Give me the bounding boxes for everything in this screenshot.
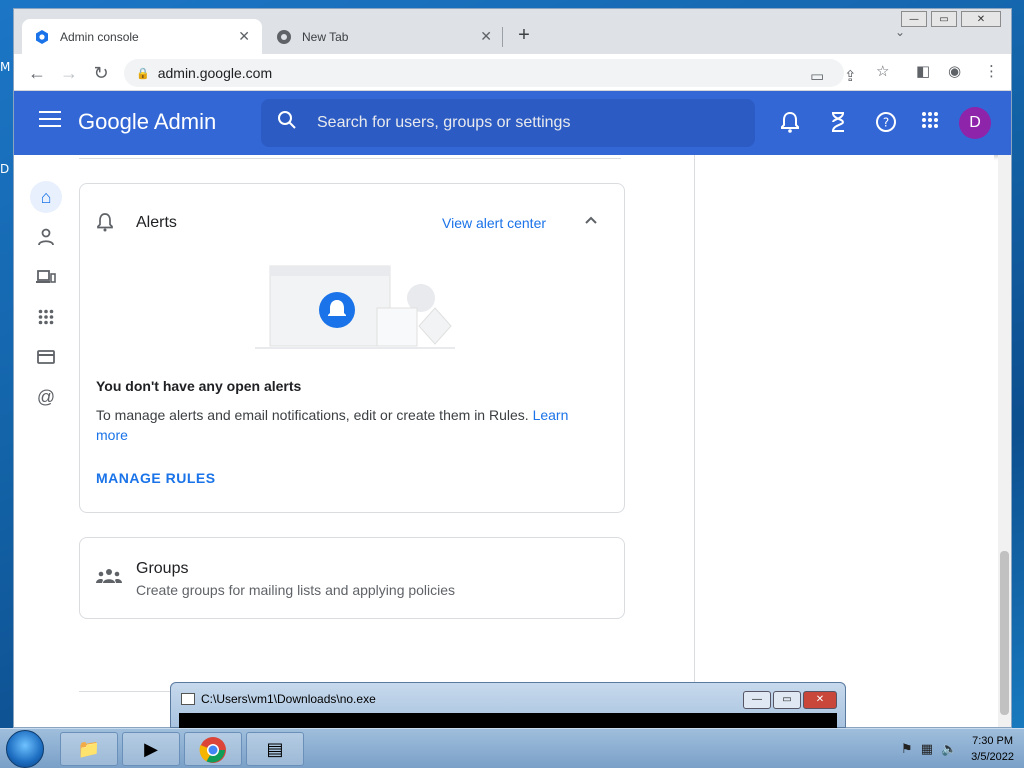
window-controls: — ▭ ✕ [901, 11, 1001, 27]
avatar[interactable]: D [959, 107, 991, 139]
console-output [179, 713, 837, 729]
scrollbar-thumb[interactable] [1000, 551, 1009, 715]
rail-users-icon[interactable] [30, 221, 62, 253]
browser-toolbar: ← → ↻ 🔒 admin.google.com ▭ ⇪ ☆ ◧ ◉ ⋮ [14, 54, 1011, 91]
page-scrollbar[interactable] [998, 155, 1011, 727]
no-alerts-illustration [255, 265, 455, 349]
tab-title: Admin console [60, 29, 139, 44]
close-tab-icon[interactable]: ✕ [238, 28, 250, 45]
tab-separator [502, 27, 503, 47]
volume-icon[interactable]: 🔈 [941, 741, 957, 757]
console-minimize-button[interactable]: — [743, 691, 771, 709]
empty-state-description: To manage alerts and email notifications… [96, 405, 596, 445]
admin-logo[interactable]: Google Admin [78, 109, 216, 135]
groups-description: Create groups for mailing lists and appl… [136, 582, 456, 598]
rail-devices-icon[interactable] [30, 261, 62, 293]
groups-card[interactable]: Groups Create groups for mailing lists a… [79, 537, 625, 619]
tab-strip: Admin console ✕ New Tab ✕ + ⌄ — ▭ ✕ [14, 9, 1011, 54]
media-player-taskbar-icon[interactable]: ▶ [122, 732, 180, 766]
search-icon [277, 110, 301, 136]
site-info-icon[interactable]: ▭ [810, 67, 824, 85]
alerts-card: Alerts View alert center You don't have … [79, 183, 625, 513]
profile-icon[interactable]: ◉ [948, 62, 961, 80]
console-close-button[interactable]: ✕ [803, 691, 837, 709]
new-tab-button[interactable]: + [512, 23, 536, 47]
notifications-bell-icon[interactable] [778, 111, 802, 139]
system-tray: ⚑ ▦ 🔈 7:30 PM 3/5/2022 [901, 733, 1014, 765]
clock-date: 3/5/2022 [971, 751, 1014, 763]
chrome-favicon-icon [277, 29, 291, 44]
console-title: C:\Users\vm1\Downloads\no.exe [201, 692, 376, 706]
chrome-taskbar-icon[interactable] [184, 732, 242, 766]
divider [79, 158, 621, 159]
minimize-button[interactable]: — [901, 11, 927, 27]
alerts-title: Alerts [136, 214, 177, 231]
address-bar[interactable]: 🔒 admin.google.com ▭ ⇪ [124, 59, 857, 87]
network-icon[interactable]: ▦ [921, 741, 933, 757]
close-tab-icon[interactable]: ✕ [480, 28, 492, 45]
explorer-taskbar-icon[interactable]: 📁 [60, 732, 118, 766]
rail-domains-icon[interactable]: @ [30, 381, 62, 413]
tab-search-chevron-icon[interactable]: ⌄ [895, 25, 905, 39]
console-maximize-button[interactable]: ▭ [773, 691, 801, 709]
start-button[interactable] [6, 730, 44, 768]
console-taskbar-icon[interactable]: ▤ [246, 732, 304, 766]
rail-home-icon[interactable]: ⌂ [30, 181, 62, 213]
menu-kebab-icon[interactable]: ⋮ [984, 62, 999, 80]
admin-favicon-icon [36, 29, 48, 44]
tab-title: New Tab [302, 29, 349, 44]
share-icon[interactable]: ⇪ [844, 67, 857, 85]
chevron-up-icon[interactable] [584, 212, 598, 228]
desktop-icon-label: D [0, 162, 10, 176]
back-button[interactable]: ← [24, 60, 50, 86]
bookmark-star-icon[interactable]: ☆ [876, 62, 889, 80]
rail-billing-icon[interactable] [30, 341, 62, 373]
side-panel-icon[interactable]: ◧ [916, 62, 930, 80]
console-window[interactable]: C:\Users\vm1\Downloads\no.exe — ▭ ✕ [170, 682, 846, 729]
taskbar: 📁 ▶ ▤ ⚑ ▦ 🔈 7:30 PM 3/5/2022 [0, 728, 1024, 768]
forward-button[interactable]: → [56, 60, 82, 86]
manage-rules-button[interactable]: MANAGE RULES [96, 470, 216, 486]
search-input[interactable] [317, 114, 737, 132]
admin-header: Google Admin ? D [14, 91, 1011, 155]
empty-state-text: To manage alerts and email notifications… [96, 407, 529, 423]
maximize-button[interactable]: ▭ [931, 11, 957, 27]
apps-grid-icon[interactable] [918, 111, 942, 135]
clock-time: 7:30 PM [972, 735, 1014, 747]
alerts-bell-icon [96, 212, 114, 237]
empty-state-title: You don't have any open alerts [96, 378, 302, 394]
right-panel-border [694, 155, 695, 727]
svg-text:?: ? [883, 116, 889, 130]
close-window-button[interactable]: ✕ [961, 11, 1001, 27]
groups-people-icon [96, 568, 122, 589]
clock[interactable]: 7:30 PM 3/5/2022 [971, 733, 1014, 765]
tab-admin-console[interactable]: Admin console ✕ [22, 19, 262, 54]
action-center-flag-icon[interactable]: ⚑ [901, 741, 913, 757]
main-content: Alerts View alert center You don't have … [74, 155, 994, 727]
help-icon[interactable]: ? [874, 111, 898, 139]
console-app-icon [181, 693, 195, 705]
lock-icon: 🔒 [136, 67, 150, 80]
url-text: admin.google.com [157, 65, 273, 81]
browser-window: Admin console ✕ New Tab ✕ + ⌄ — ▭ ✕ ← → … [13, 8, 1012, 728]
tasks-hourglass-icon[interactable] [826, 111, 850, 139]
console-window-controls: — ▭ ✕ [743, 691, 837, 709]
view-alert-center-link[interactable]: View alert center [442, 215, 546, 231]
hamburger-menu-icon[interactable] [39, 111, 61, 132]
admin-search[interactable] [261, 99, 755, 147]
desktop-icon-label: M [0, 60, 11, 74]
groups-title: Groups [136, 560, 189, 577]
left-rail: ⌂ @ [14, 155, 74, 727]
rail-apps-icon[interactable] [30, 301, 62, 333]
reload-button[interactable]: ↻ [88, 60, 114, 86]
tab-new-tab[interactable]: New Tab ✕ [264, 19, 504, 54]
